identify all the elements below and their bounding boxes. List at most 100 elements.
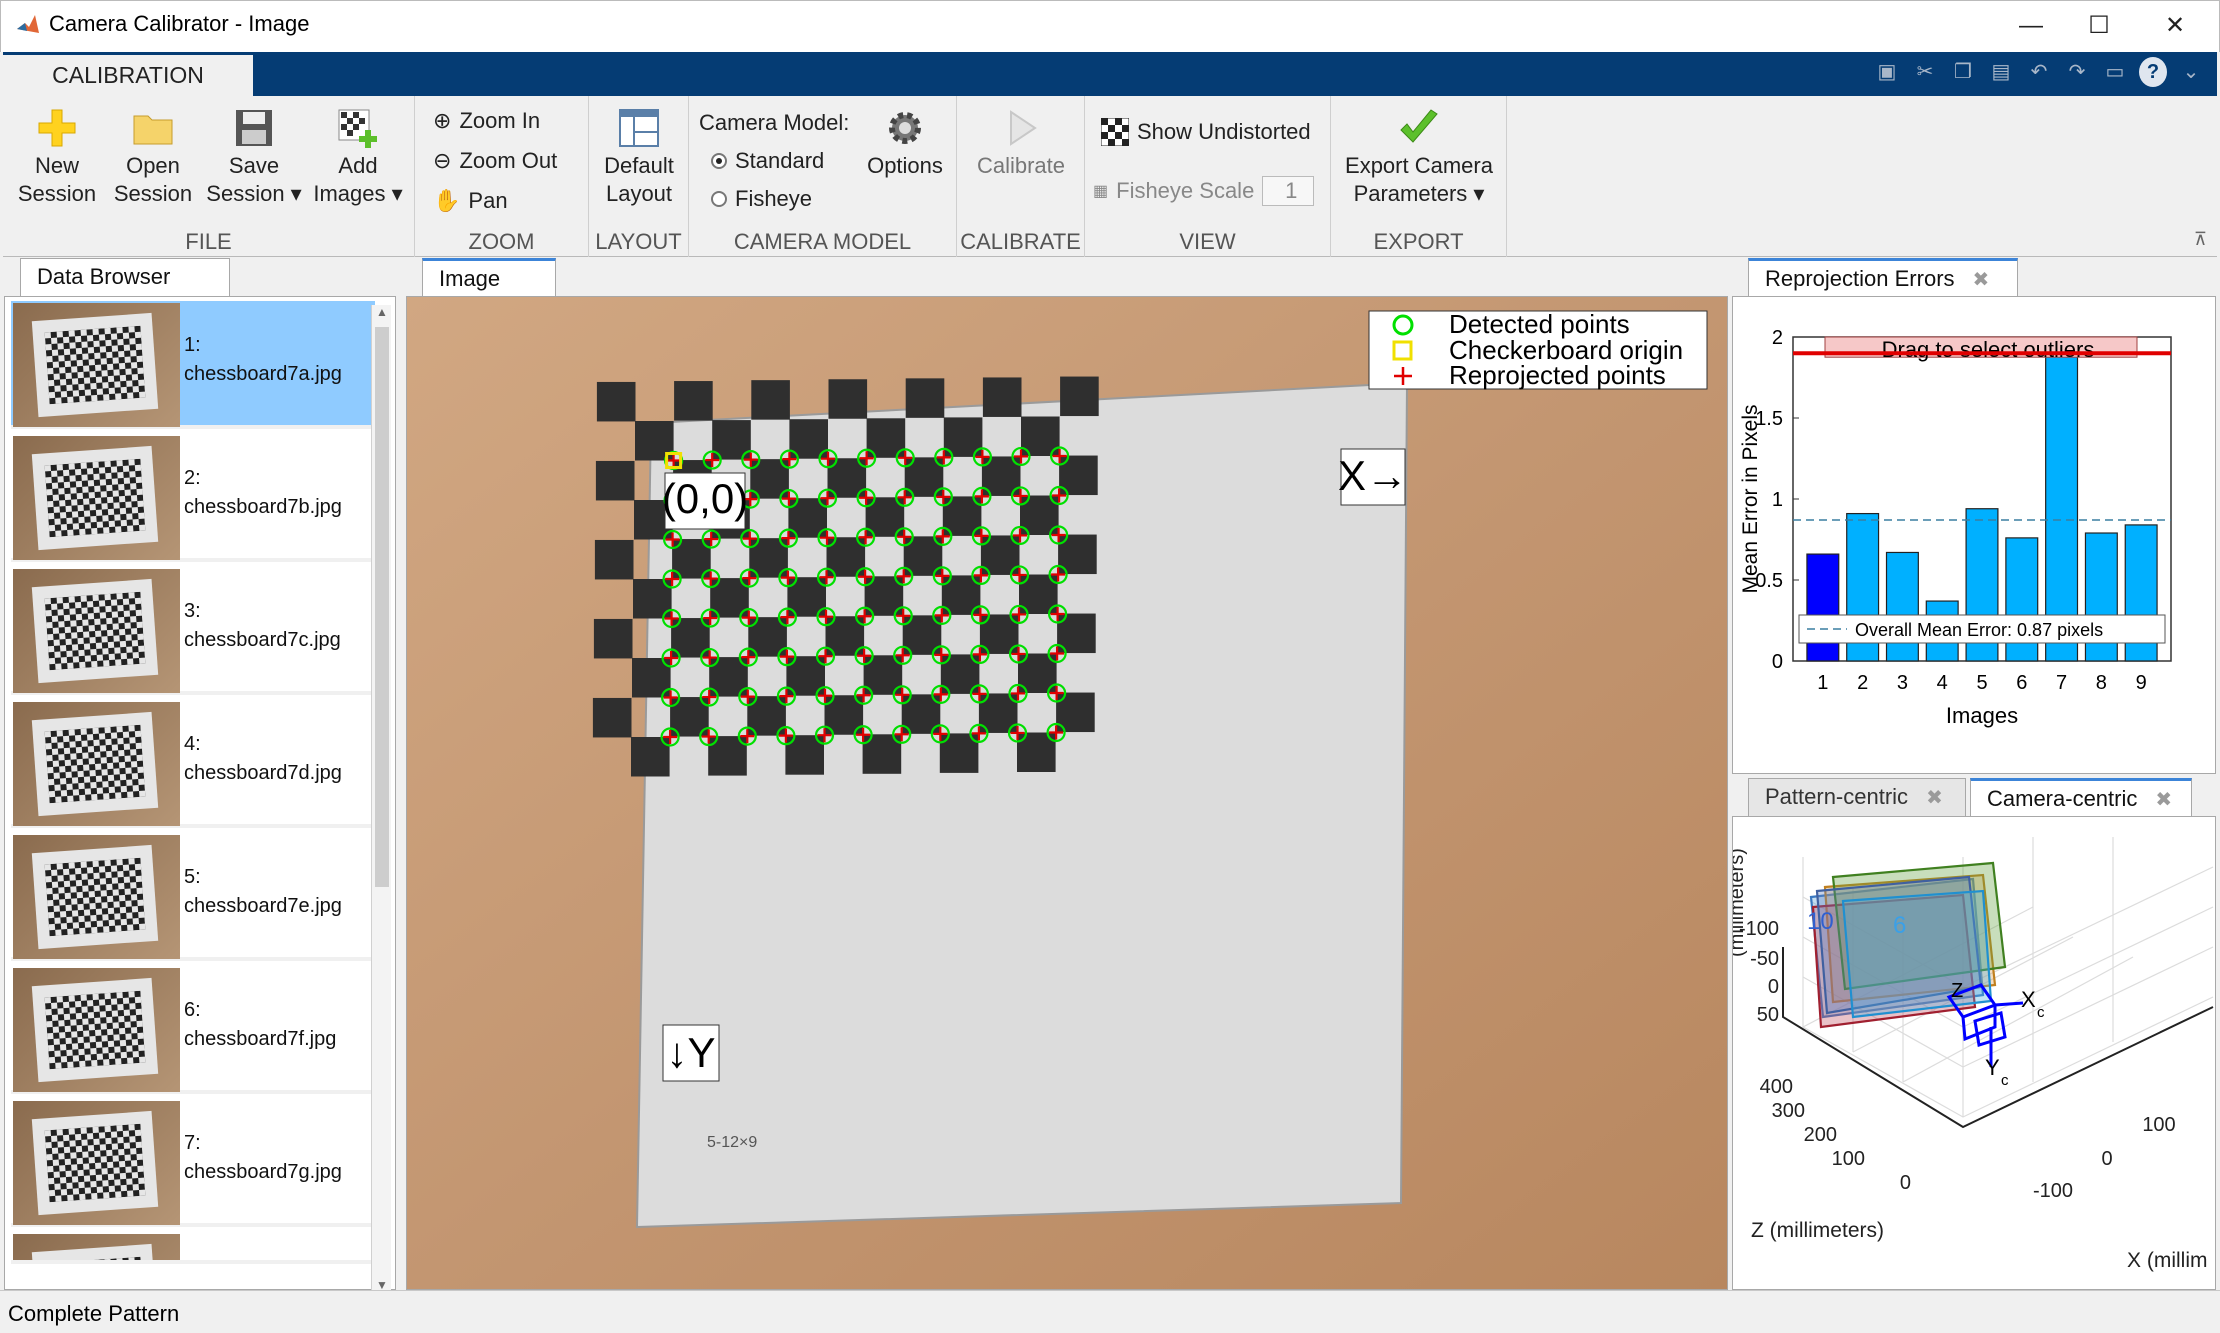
x-tick-label: -100 (2033, 1180, 2073, 1202)
pan-button[interactable]: ✋ Pan (433, 188, 508, 214)
tab-camera-centric[interactable]: Camera-centric ✖ (1970, 778, 2192, 816)
cut-icon[interactable]: ✂ (1911, 57, 1939, 87)
image-thumbnail (13, 968, 180, 1092)
matlab-icon (17, 15, 39, 33)
tab-pattern-centric[interactable]: Pattern-centric ✖ (1748, 778, 1966, 816)
origin-label: (0,0) (662, 475, 748, 522)
tab-reprojection-errors[interactable]: Reprojection Errors ✖ (1748, 258, 2018, 296)
checker-square (828, 379, 868, 419)
pattern-planes (1809, 861, 2007, 1029)
tab-data-browser[interactable]: Data Browser (20, 258, 230, 296)
z-tick-label: 300 (1772, 1100, 1805, 1122)
image-list-item[interactable] (11, 1232, 375, 1264)
fisheye-radio[interactable]: Fisheye (711, 186, 812, 212)
zoom-out-button[interactable]: ⊖ Zoom Out (433, 148, 557, 174)
scroll-thumb[interactable] (375, 327, 389, 887)
undo-icon[interactable]: ↶ (2025, 57, 2053, 87)
export-group-label: EXPORT (1373, 229, 1464, 254)
close-tab-icon[interactable]: ✖ (2155, 789, 2172, 811)
image-list-label: 3: chessboard7c.jpg (184, 600, 341, 651)
calibration-image[interactable]: 5-12×9 (0,0) X→ ↓Y Detected points Check… (407, 297, 1727, 1289)
error-bar[interactable] (1885, 551, 1919, 662)
image-list-item[interactable]: 6: chessboard7f.jpg (11, 966, 375, 1094)
help-icon[interactable]: ? (2139, 57, 2167, 87)
camera-centric-3d-plot[interactable]: 10 6 Z X c Y c -100-50050400300200100010… (1733, 817, 2215, 1289)
image-thumbnail (13, 303, 180, 427)
status-bar: Complete Pattern (0, 1290, 2220, 1333)
tab-calibration[interactable]: CALIBRATION (3, 55, 253, 96)
options-button[interactable]: Options (855, 108, 955, 180)
image-list-item[interactable]: 3: chessboard7c.jpg (11, 567, 375, 695)
ribbon-tab-strip: CALIBRATION ▣ ✂ ❐ ▤ ↶ ↷ ▭ ? ⌄ (3, 52, 2217, 96)
tab-image[interactable]: Image (422, 258, 556, 296)
image-list-item[interactable]: 7: chessboard7g.jpg (11, 1099, 375, 1227)
image-list-label: 2: chessboard7b.jpg (184, 467, 342, 518)
calibrate-button[interactable]: Calibrate (957, 108, 1085, 180)
title-bar: Camera Calibrator - Image — ☐ ✕ (0, 0, 2220, 52)
new-plus-icon (38, 109, 76, 147)
redo-icon[interactable]: ↷ (2063, 57, 2091, 87)
vertical-scrollbar[interactable]: ▲ ▼ (371, 305, 391, 1292)
play-icon (1010, 110, 1037, 146)
close-button[interactable]: ✕ (2155, 9, 2195, 43)
image-thumbnail (13, 1101, 180, 1225)
export-camera-parameters-button[interactable]: Export Camera Parameters ▾ (1331, 108, 1507, 208)
x-tick-label: 1 (1817, 672, 1828, 694)
image-list-item[interactable]: 1: chessboard7a.jpg (11, 301, 375, 429)
x-tick-label: 0 (2101, 1148, 2112, 1170)
add-images-icon (338, 109, 377, 148)
image-list-item[interactable]: 4: chessboard7d.jpg (11, 700, 375, 828)
thumbnail-board (31, 578, 159, 684)
camera-x-label: X (2021, 987, 2036, 1012)
z-axis-title: Z (millimeters) (1751, 1219, 1884, 1242)
open-session-button[interactable]: Open Session (103, 108, 203, 208)
legend-reprojected: Reprojected points (1449, 360, 1666, 390)
extrinsics-panel: 10 6 Z X c Y c -100 -50 0 50 400 300 200 100 0 10… (1732, 816, 2216, 1290)
checker-square (595, 460, 635, 501)
save-session-button[interactable]: Save Session ▾ (199, 108, 309, 208)
window-layout-icon[interactable]: ▭ (2101, 57, 2129, 87)
drag-outliers-hint: Drag to select outliers (1882, 337, 2095, 362)
minimize-button[interactable]: — (2011, 9, 2051, 43)
export-group: Export Camera Parameters ▾ EXPORT (1331, 96, 1507, 257)
standard-radio[interactable]: Standard (711, 148, 824, 174)
y-tick-label: -50 (1750, 948, 1779, 970)
close-tab-icon[interactable]: ✖ (1973, 269, 1990, 291)
paste-icon[interactable]: ▤ (1987, 57, 2015, 87)
image-list-label: 1: chessboard7a.jpg (184, 334, 342, 385)
show-undistorted-button[interactable]: Show Undistorted (1101, 118, 1311, 146)
add-images-button[interactable]: Add Images ▾ (305, 108, 411, 208)
close-tab-icon[interactable]: ✖ (1926, 787, 1943, 809)
image-list-item[interactable]: 5: chessboard7e.jpg (11, 833, 375, 961)
error-bar[interactable] (2045, 349, 2079, 662)
reprojection-error-chart[interactable]: 00.511.521 2 3 4 5 6 7 8 9Drag to select outlier… (1733, 297, 2215, 773)
x-tick-label: 2 (1857, 672, 1868, 694)
checker-square (1060, 376, 1099, 417)
fisheye-scale-control: ▦ Fisheye Scale 1 (1093, 176, 1315, 206)
new-session-button[interactable]: New Session (7, 108, 107, 208)
fisheye-scale-spinner[interactable]: 1 (1262, 176, 1315, 206)
x-tick-label: 8 (2096, 672, 2107, 694)
zoom-in-button[interactable]: ⊕ Zoom In (433, 108, 540, 134)
y-axis-label: ↓Y (666, 1029, 715, 1076)
copy-icon[interactable]: ❐ (1949, 57, 1977, 87)
x-axis-title: Images (1946, 703, 2018, 728)
image-panel: 5-12×9 (0,0) X→ ↓Y Detected points Check… (406, 296, 1728, 1290)
error-bar[interactable] (1806, 553, 1840, 662)
z-tick-label: 100 (1832, 1148, 1865, 1170)
camera-model-group: Camera Model: Standard Fisheye Options C… (689, 96, 957, 257)
default-layout-button[interactable]: Default Layout (589, 108, 689, 208)
maximize-button[interactable]: ☐ (2079, 9, 2119, 43)
save-icon[interactable]: ▣ (1873, 57, 1901, 87)
zoom-out-icon: ⊖ (433, 148, 452, 173)
quick-access-toolbar: ▣ ✂ ❐ ▤ ↶ ↷ ▭ ? ⌄ (1873, 57, 2205, 87)
x-tick-label: 9 (2136, 672, 2147, 694)
layout-group: Default Layout LAYOUT (589, 96, 689, 257)
scroll-up-icon[interactable]: ▲ (376, 305, 388, 319)
collapse-ribbon-icon[interactable]: ⊼ (2194, 229, 2207, 250)
plane-label-10: 10 (1807, 908, 1834, 935)
image-list-item[interactable]: 2: chessboard7b.jpg (11, 434, 375, 562)
image-list-label: 5: chessboard7e.jpg (184, 866, 342, 917)
expand-icon[interactable]: ⌄ (2177, 57, 2205, 87)
zoom-group-label: ZOOM (468, 229, 535, 254)
